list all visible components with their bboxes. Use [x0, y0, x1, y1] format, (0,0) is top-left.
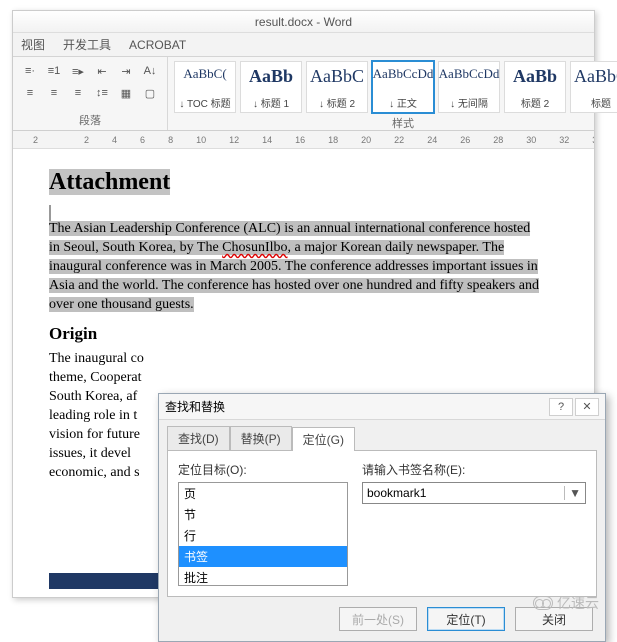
borders-icon[interactable]: ▢ [139, 83, 161, 103]
goto-button[interactable]: 定位(T) [427, 607, 505, 631]
sort-icon[interactable]: A↓ [139, 61, 161, 81]
paragraph-group-label: 段落 [19, 110, 161, 128]
paragraph-2-clipped: The inaugural co theme, Cooperat South K… [49, 350, 159, 482]
watermark: 亿速云 [533, 593, 599, 613]
paragraph-group: ≡· ≡1 ≡▸ ⇤ ⇥ A↓ ≡ ≡ ≡ ↕≡ ▦ ▢ 段落 [13, 57, 168, 130]
chevron-down-icon[interactable]: ▼ [564, 486, 581, 500]
list-item[interactable]: 书签 [179, 546, 347, 567]
heading-origin: Origin [49, 324, 592, 344]
window-title: result.docx - Word [13, 11, 594, 33]
list-item[interactable]: 节 [179, 504, 347, 525]
bookmark-value: bookmark1 [367, 486, 426, 500]
previous-button: 前一处(S) [339, 607, 417, 631]
bookmark-name-combo[interactable]: bookmark1 ▼ [362, 482, 586, 504]
tab-goto[interactable]: 定位(G) [292, 427, 355, 451]
goto-target-listbox[interactable]: 页节行书签批注脚注 [178, 482, 348, 586]
align-right-icon[interactable]: ≡ [67, 83, 89, 103]
list-item[interactable]: 批注 [179, 567, 347, 586]
style-item[interactable]: AaBbCcDd↓ 正文 [372, 61, 434, 113]
style-item[interactable]: AaBbC↓ 标题 2 [306, 61, 368, 113]
number-list-icon[interactable]: ≡1 [43, 61, 65, 81]
styles-group-label: 样式 [174, 113, 617, 131]
align-center-icon[interactable]: ≡ [43, 83, 65, 103]
help-icon[interactable]: ? [549, 398, 573, 416]
embedded-image[interactable] [49, 205, 51, 221]
menu-tabs: 视图 开发工具 ACROBAT [13, 33, 594, 57]
bullet-list-icon[interactable]: ≡· [19, 61, 41, 81]
tab-view[interactable]: 视图 [21, 36, 45, 53]
list-item[interactable]: 行 [179, 525, 347, 546]
target-label: 定位目标(O): [178, 461, 348, 478]
dialog-tabs: 查找(D) 替换(P) 定位(G) [159, 420, 605, 450]
style-item[interactable]: AaBbCcDd↓ 无间隔 [438, 61, 500, 113]
watermark-logo-icon [533, 596, 553, 610]
close-icon[interactable]: ✕ [575, 398, 599, 416]
heading-attachment: Attachment [49, 169, 592, 196]
paragraph-1: The Asian Leadership Conference (ALC) is… [49, 220, 549, 314]
shading-icon[interactable]: ▦ [115, 83, 137, 103]
tab-devtools[interactable]: 开发工具 [63, 36, 111, 53]
tab-acrobat[interactable]: ACROBAT [129, 38, 186, 52]
style-item[interactable]: AaBbC标题 [570, 61, 617, 113]
styles-group: AaBbC(↓ TOC 标题AaBb↓ 标题 1AaBbC↓ 标题 2AaBbC… [168, 57, 617, 130]
style-item[interactable]: AaBbC(↓ TOC 标题 [174, 61, 236, 113]
tab-replace[interactable]: 替换(P) [230, 426, 292, 450]
style-item[interactable]: AaBb↓ 标题 1 [240, 61, 302, 113]
dialog-title-text: 查找和替换 [165, 398, 549, 415]
styles-gallery[interactable]: AaBbC(↓ TOC 标题AaBb↓ 标题 1AaBbC↓ 标题 2AaBbC… [174, 61, 617, 113]
align-left-icon[interactable]: ≡ [19, 83, 41, 103]
indent-left-icon[interactable]: ⇤ [91, 61, 113, 81]
ribbon: ≡· ≡1 ≡▸ ⇤ ⇥ A↓ ≡ ≡ ≡ ↕≡ ▦ ▢ 段落 AaBbC(↓ … [13, 57, 594, 131]
list-item[interactable]: 页 [179, 483, 347, 504]
indent-right-icon[interactable]: ⇥ [115, 61, 137, 81]
bookmark-label: 请输入书签名称(E): [362, 461, 586, 478]
tab-find[interactable]: 查找(D) [167, 426, 230, 450]
ruler[interactable]: 2246810121416182022242628303234363840424… [13, 131, 594, 149]
dialog-titlebar[interactable]: 查找和替换 ? ✕ [159, 394, 605, 420]
style-item[interactable]: AaBb标题 2 [504, 61, 566, 113]
multilevel-list-icon[interactable]: ≡▸ [67, 61, 89, 81]
line-spacing-icon[interactable]: ↕≡ [91, 83, 113, 103]
